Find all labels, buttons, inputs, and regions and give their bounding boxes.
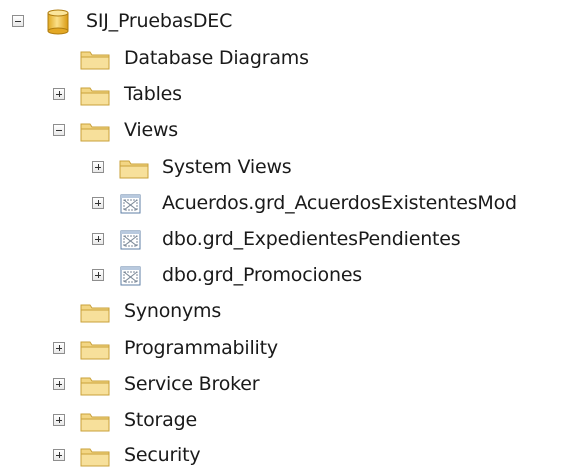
folder-label: Programmability <box>124 337 278 359</box>
folder-icon <box>119 160 149 179</box>
expand-toggle[interactable] <box>92 197 104 209</box>
folder-icon <box>80 341 110 360</box>
tree-node-view[interactable]: dbo.grd_Promociones <box>0 258 571 294</box>
tree-node-system-views[interactable]: System Views <box>0 150 571 186</box>
tree-node-database-diagrams[interactable]: Database Diagrams <box>0 41 571 77</box>
view-label: dbo.grd_Promociones <box>162 264 363 286</box>
tree-node-service-broker[interactable]: Service Broker <box>0 367 571 403</box>
folder-icon <box>80 87 110 106</box>
folder-label: Database Diagrams <box>124 47 309 69</box>
folder-label: Synonyms <box>124 300 222 322</box>
tree-node-view[interactable]: Acuerdos.grd_AcuerdosExistentesMod <box>0 186 571 222</box>
view-label: Acuerdos.grd_AcuerdosExistentesMod <box>162 192 517 214</box>
tree-node-synonyms[interactable]: Synonyms <box>0 294 571 330</box>
view-icon <box>120 266 141 286</box>
folder-label: Views <box>124 119 178 141</box>
collapse-toggle[interactable] <box>53 124 65 136</box>
object-explorer-tree: SIJ_PruebasDEC Database Diagrams Tables … <box>0 0 571 472</box>
expand-toggle[interactable] <box>53 414 65 426</box>
folder-label: Service Broker <box>124 373 260 395</box>
folder-icon <box>80 304 110 323</box>
folder-icon <box>80 51 110 70</box>
folder-icon <box>80 448 110 467</box>
expand-toggle[interactable] <box>53 449 65 461</box>
folder-label: System Views <box>162 156 292 178</box>
tree-node-storage[interactable]: Storage <box>0 403 571 439</box>
expand-toggle[interactable] <box>53 88 65 100</box>
tree-node-security[interactable]: Security <box>0 438 571 474</box>
folder-label: Tables <box>124 83 182 105</box>
folder-label: Security <box>124 444 201 466</box>
database-icon <box>47 9 69 35</box>
view-icon <box>120 194 141 214</box>
expand-toggle[interactable] <box>53 378 65 390</box>
view-icon <box>120 230 141 250</box>
expand-toggle[interactable] <box>92 233 104 245</box>
expand-toggle[interactable] <box>92 269 104 281</box>
view-label: dbo.grd_ExpedientesPendientes <box>162 228 461 250</box>
tree-node-views[interactable]: Views <box>0 113 571 149</box>
tree-node-database[interactable]: SIJ_PruebasDEC <box>0 4 571 40</box>
folder-icon <box>80 413 110 432</box>
expand-toggle[interactable] <box>92 161 104 173</box>
folder-icon <box>80 377 110 396</box>
folder-icon <box>80 123 110 142</box>
folder-label: Storage <box>124 409 197 431</box>
tree-node-view[interactable]: dbo.grd_ExpedientesPendientes <box>0 222 571 258</box>
expand-toggle[interactable] <box>53 342 65 354</box>
tree-node-tables[interactable]: Tables <box>0 77 571 113</box>
database-label: SIJ_PruebasDEC <box>86 10 233 32</box>
collapse-toggle[interactable] <box>12 15 24 27</box>
tree-node-programmability[interactable]: Programmability <box>0 331 571 367</box>
